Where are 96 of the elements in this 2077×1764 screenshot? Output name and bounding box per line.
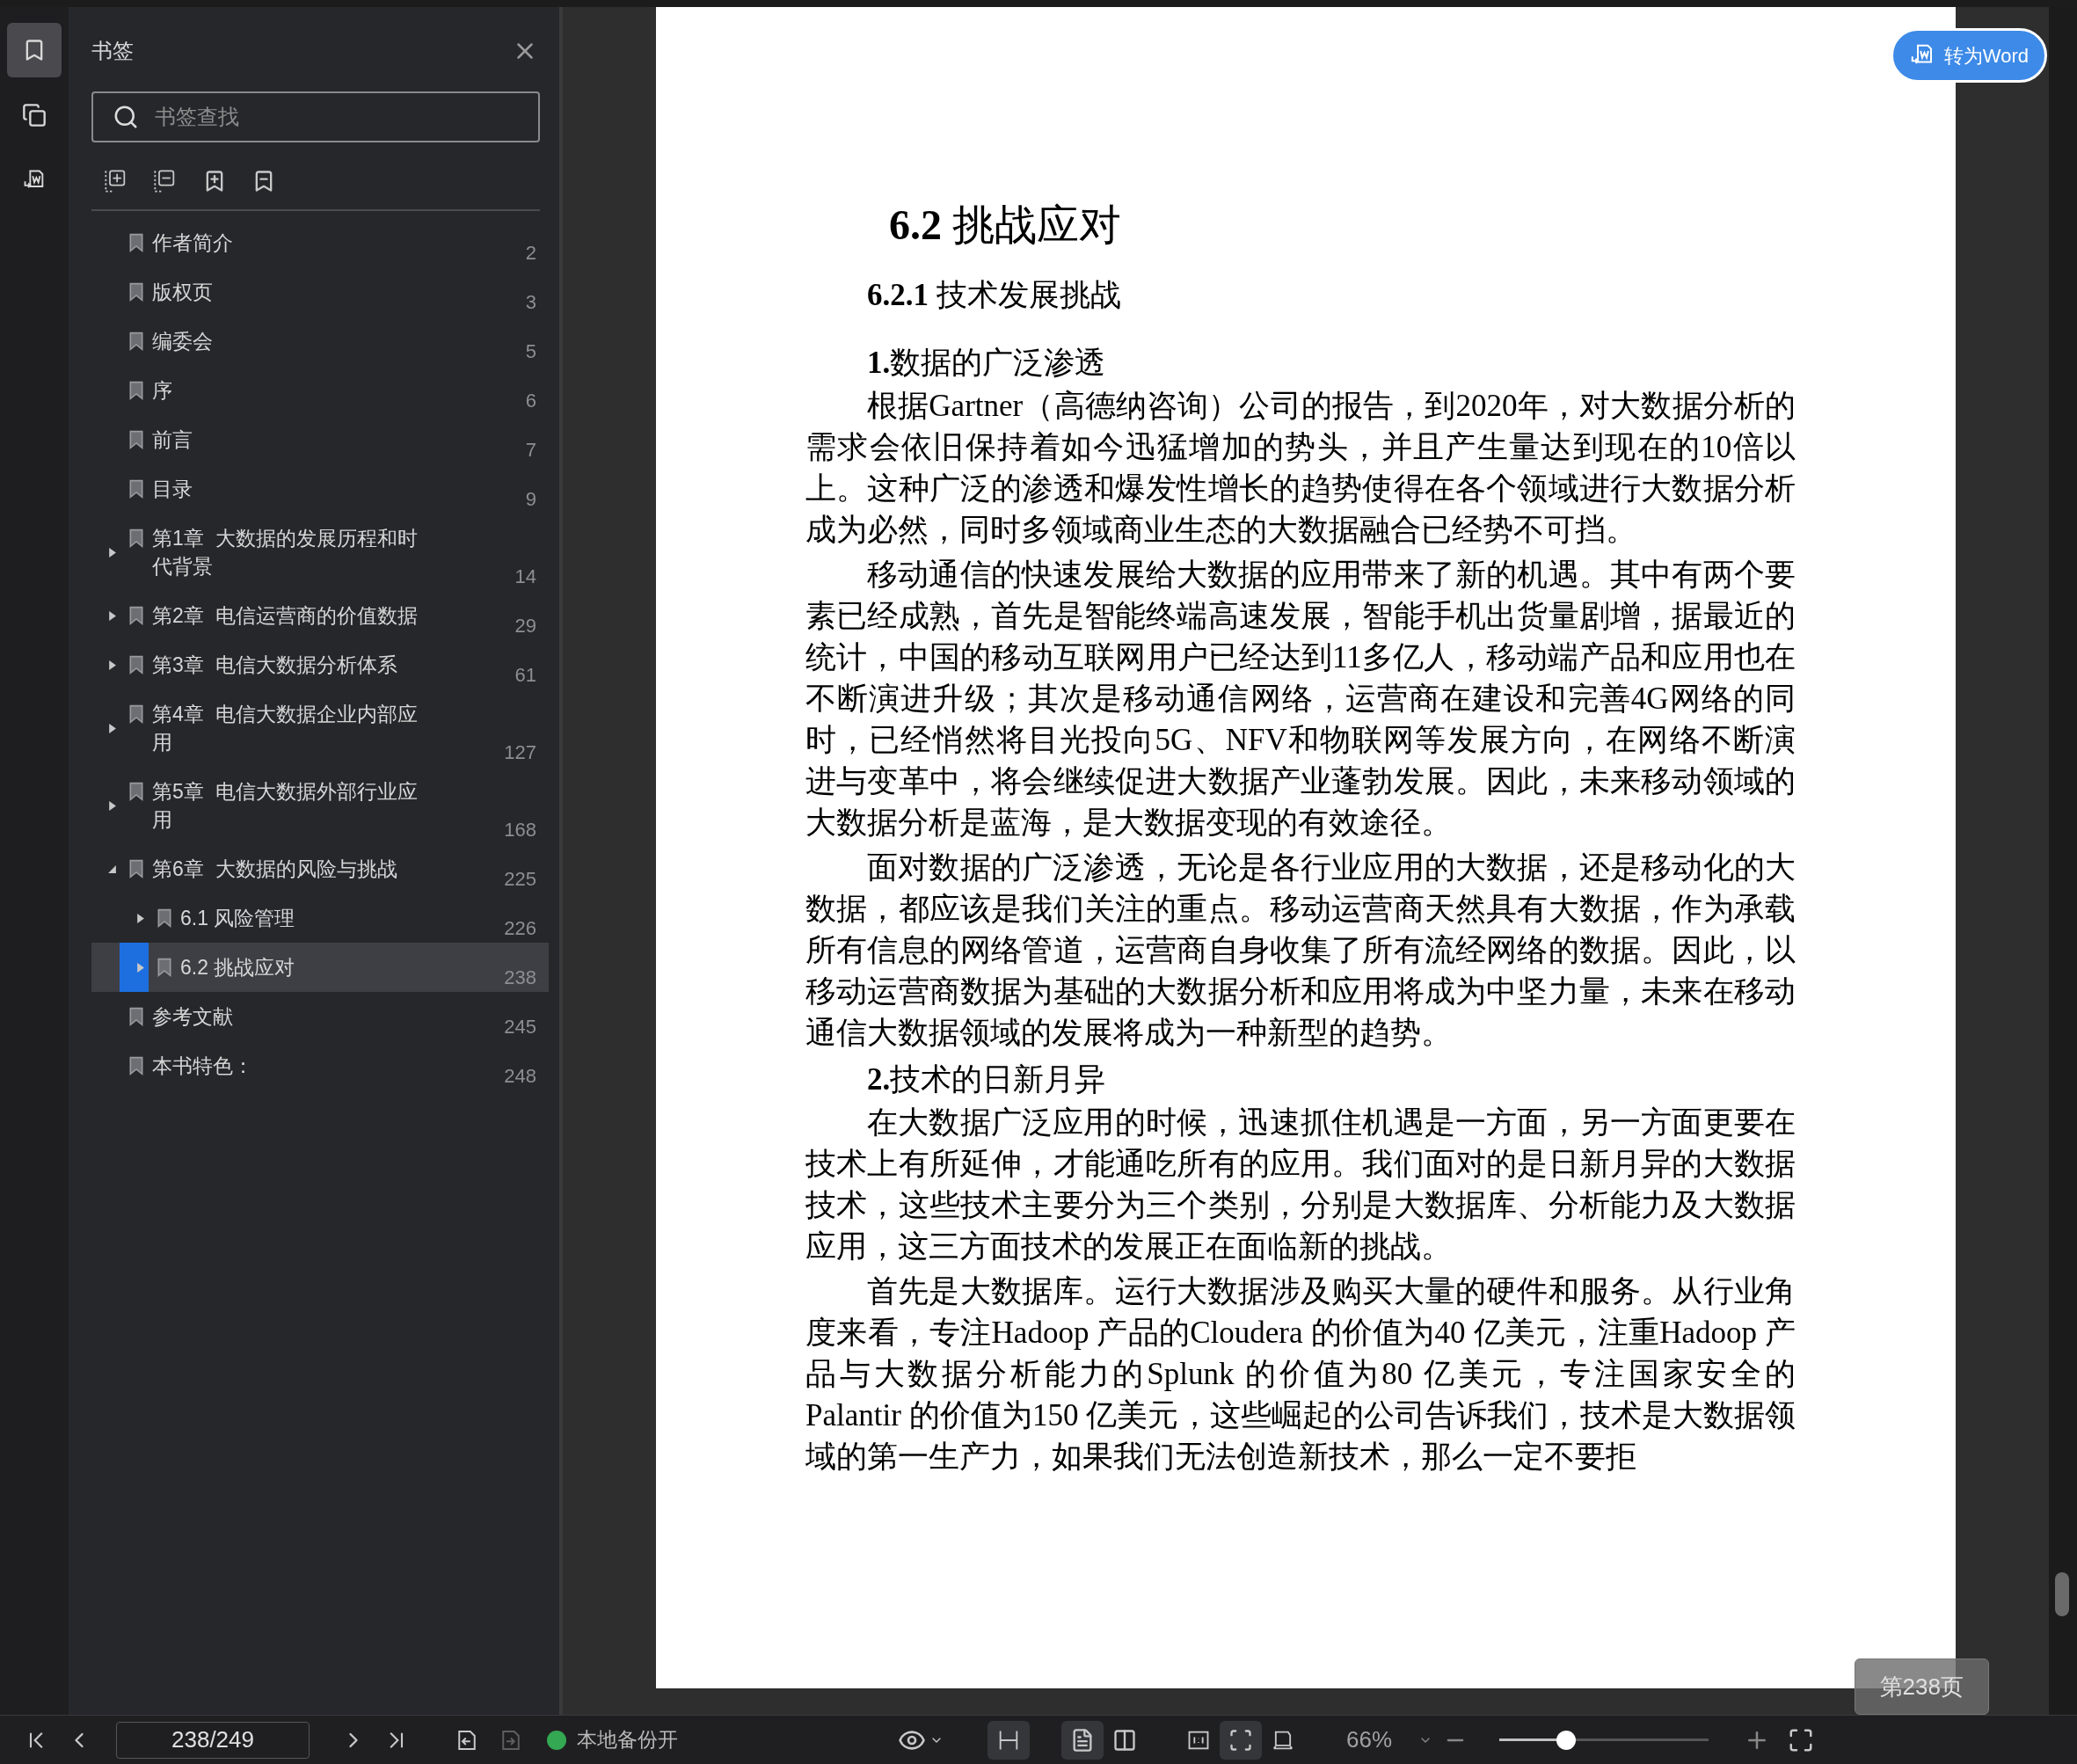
body-paragraph: 首先是大数据库。运行大数据涉及购买大量的硬件和服务。从行业角度来看，专注Hadoop 产品的Cloudera 的价值为40 亿美元，注重Hadoop 产品与大数据分析能力的Splunk 的价值为80 亿美元，专注国家安全的Palantir 的价值为150 亿美元，这些崛起的公司告诉我们，技术是大数据领域的第一生产力，如果我们无法创造新技术，那么一定不要拒 (805, 1273, 1796, 1476)
paragraph-heading: 1.数据的广泛渗透 (866, 345, 1107, 382)
bookmark-title: 序 (152, 378, 173, 404)
panel-title: 书签 (91, 38, 134, 64)
bookmark-title: 第2章 电信运营商的价值数据 (152, 603, 419, 629)
backup-status[interactable]: 本地备份开 (577, 1724, 678, 1755)
page-number: 2 (525, 241, 536, 266)
bookmark-item[interactable]: 第3章 电信大数据分析体系 61 (91, 640, 549, 689)
bookmark-icon (129, 332, 143, 351)
bookmark-icon (129, 1056, 143, 1075)
page-number: 6 (525, 389, 536, 413)
bookmark-icon (129, 782, 143, 801)
collapsed-triangle-icon[interactable] (107, 547, 117, 558)
page-number: 9 (525, 487, 536, 512)
page-number: 127 (504, 740, 536, 765)
bookmark-title: 本书特色： (152, 1053, 254, 1079)
bookmark-item[interactable]: 前言 7 (91, 415, 549, 464)
body-paragraph: 在大数据广泛应用的时候，迅速抓住机遇是一方面，另一方面更要在技术上有所延伸，才能通吃所有的应用。我们面对的是日新月异的大数据技术，这些技术主要分为三个类别，分别是大数据库、分析能力及大数据应用，这三方面技术的发展正在面临新的挑战。 (805, 1104, 1796, 1265)
bookmark-item[interactable]: 参考文献 245 (91, 992, 549, 1041)
bookmark-item[interactable]: 作者简介 2 (91, 218, 549, 267)
collapsed-triangle-icon[interactable] (135, 913, 145, 923)
single-page-button[interactable] (1061, 1720, 1104, 1760)
bookmark-item[interactable]: 序 6 (91, 366, 549, 415)
bookmark-icon (129, 704, 143, 724)
bookmark-item[interactable]: 第1章 大数据的发展历程和时代背景 14 (91, 514, 549, 591)
paragraph-heading: 2.技术的日新月异 (866, 1061, 1107, 1098)
bookmark-icon (129, 528, 143, 548)
collapsed-triangle-icon[interactable] (107, 610, 117, 621)
bookmark-title: 版权页 (152, 280, 214, 305)
bookmark-title: 作者简介 (152, 230, 234, 256)
bookmark-title: 目录 (152, 477, 193, 502)
bookmark-icon (129, 430, 143, 449)
page-number: 238 (504, 966, 536, 990)
page-number: 61 (514, 663, 536, 688)
bookmark-item[interactable]: 第6章 大数据的风险与挑战 225 (91, 844, 549, 893)
two-page-icon (1112, 1727, 1137, 1753)
subsection-heading: 6.2.1 技术发展挑战 (866, 277, 1122, 314)
page-number: 14 (514, 565, 536, 589)
page-number: 3 (525, 290, 536, 315)
page-number: 226 (504, 916, 536, 941)
collapsed-triangle-icon[interactable] (107, 800, 117, 811)
page-number: 7 (525, 438, 536, 463)
zoom-slider[interactable] (1499, 1730, 1709, 1750)
zoom-value[interactable]: 66% (1346, 1723, 1393, 1757)
page-number: 245 (504, 1015, 536, 1039)
bookmark-title: 编委会 (152, 329, 214, 354)
page-number: 29 (514, 614, 536, 638)
slider-thumb[interactable] (1556, 1730, 1577, 1750)
bookmark-item[interactable]: 本书特色： 248 (91, 1041, 549, 1090)
bookmark-title: 前言 (152, 427, 193, 453)
bookmark-item[interactable]: 第2章 电信运营商的价值数据 29 (91, 591, 549, 640)
bookmark-item[interactable]: 6.2 挑战应对 238 (91, 943, 549, 992)
bookmark-icon (157, 908, 171, 928)
body-paragraph: 根据Gartner（高德纳咨询）公司的报告，到2020年，对大数据分析的需求会依旧保持着如今迅猛增加的势头，并且产生量达到现在的10倍以上。这种广泛的渗透和爆发性增长的趋势使得在各个领域进行大数据分析成为必然，同时多领域商业生态的大数据融合已经势不可挡。 (805, 388, 1796, 549)
bookmark-icon (129, 606, 143, 625)
section-heading: 6.2 挑战应对 (888, 200, 1122, 250)
bookmark-item[interactable]: 第4章 电信大数据企业内部应用 127 (91, 689, 549, 767)
bookmark-title: 第1章 大数据的发展历程和时代背景 (152, 526, 419, 579)
pages-icon (22, 103, 47, 128)
search-field[interactable]: 书签查找 (91, 91, 540, 142)
bookmark-icon (129, 859, 143, 878)
collapsed-triangle-icon[interactable] (107, 660, 117, 670)
bookmark-title: 第6章 大数据的风险与挑战 (152, 856, 398, 882)
bookmark-title: 6.2 挑战应对 (180, 955, 296, 980)
fit-page-icon (1228, 1727, 1253, 1753)
bookmark-title: 参考文献 (152, 1004, 234, 1030)
page-number: 248 (504, 1064, 536, 1089)
bookmark-icon (129, 233, 143, 252)
bookmark-icon (129, 381, 143, 400)
bookmark-icon (129, 479, 143, 499)
expanded-triangle-icon[interactable] (107, 864, 117, 874)
bookmark-item[interactable]: 版权页 3 (91, 267, 549, 317)
bookmark-title: 第4章 电信大数据企业内部应用 (152, 702, 419, 755)
bookmark-title: 第5章 电信大数据外部行业应用 (152, 779, 419, 833)
bookmark-title: 6.1 风险管理 (180, 906, 296, 931)
bookmark-icon (129, 655, 143, 674)
bookmark-icon (129, 282, 143, 302)
body-paragraph: 面对数据的广泛渗透，无论是各行业应用的大数据，还是移动化的大数据，都应该是我们关注的重点。移动运营商天然具有大数据，作为承载所有信息的网络管道，运营商自身收集了所有流经网络的数据。因此，以移动运营商数据为基础的大数据分析和应用将成为中坚力量，未来在移动通信大数据领域的发展将成为一种新型的趋势。 (805, 849, 1796, 1052)
bookmark-item[interactable]: 第5章 电信大数据外部行业应用 168 (91, 767, 549, 844)
page-number-field[interactable]: 238/249 (116, 1721, 310, 1759)
page-indicator: 第238页 (1854, 1658, 1989, 1715)
bookmark-icon (129, 1007, 143, 1026)
continuous-scroll-button[interactable] (987, 1720, 1030, 1760)
bookmark-item[interactable]: 目录 9 (91, 464, 549, 514)
body-paragraph: 移动通信的快速发展给大数据的应用带来了新的机遇。其中有两个要素已经成熟，首先是智能终端高速发展，智能手机出货量剧增，据最近的统计，中国的移动互联网用户已经达到11多亿人，移动端产品和应用也在不断演进升级；其次是移动通信网络，运营商在建设和完善4G网络的同时，已经悄然将目光投向5G、NFV和物联网等发展方向，在网络不断演进与变革中，将会继续促进大数据产业蓬勃发展。因此，未来移动领域的大数据分析是蓝海，是大数据变现的有效途径。 (805, 557, 1796, 842)
page-number: 225 (504, 867, 536, 892)
page-number: 5 (525, 339, 536, 364)
fit-page-button[interactable] (1220, 1720, 1262, 1760)
bookmark-item[interactable]: 编委会 5 (91, 317, 549, 366)
bookmark-icon (157, 958, 171, 977)
search-icon (113, 104, 139, 130)
collapsed-triangle-icon[interactable] (107, 723, 117, 733)
sidebar-tab[interactable] (7, 23, 62, 77)
bookmark-title: 第3章 电信大数据分析体系 (152, 652, 398, 678)
page-number: 168 (504, 818, 536, 842)
bookmark-item[interactable]: 6.1 风险管理 226 (91, 893, 549, 943)
